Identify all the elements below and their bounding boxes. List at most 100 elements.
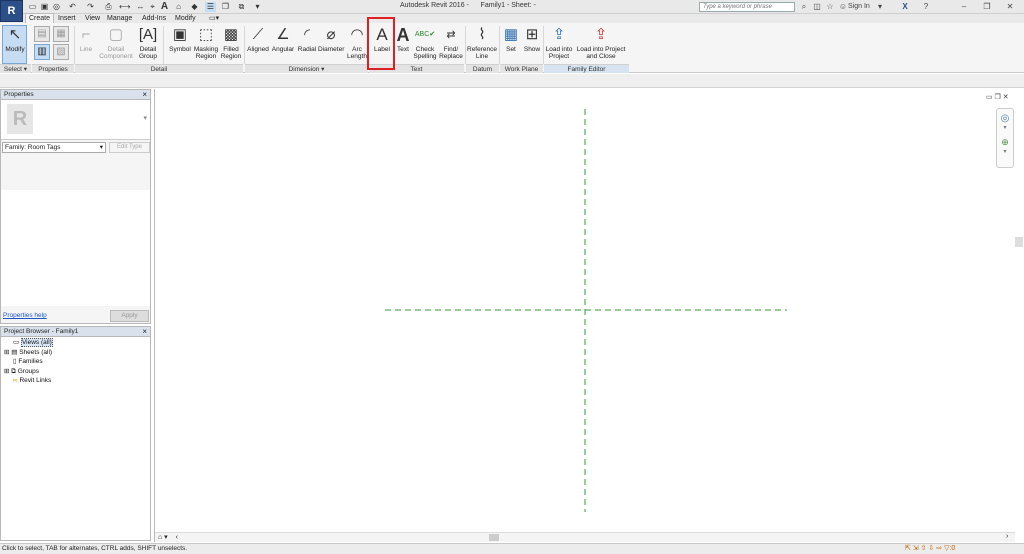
close-icon[interactable]: × bbox=[142, 90, 147, 100]
status-text: Click to select, TAB for alternates, CTR… bbox=[2, 545, 188, 552]
switch-windows-icon[interactable]: ⧉ bbox=[236, 2, 247, 12]
load-into-project-close-button[interactable]: ⇪ Load into Project and Close bbox=[575, 26, 627, 60]
radial-dimension-button[interactable]: ◜ Radial bbox=[296, 26, 318, 53]
tree-item-groups[interactable]: ⊞ ⧉ Groups bbox=[4, 367, 150, 377]
apply-button[interactable]: Apply bbox=[110, 310, 149, 322]
tab-insert[interactable]: Insert bbox=[55, 14, 79, 23]
aligned-icon: ⟋ bbox=[252, 26, 264, 43]
full-navigation-wheel-icon[interactable]: ◎ bbox=[997, 113, 1013, 124]
3d-view-icon[interactable]: ⌂ bbox=[173, 2, 184, 12]
detail-group-button[interactable]: [A] Detail Group bbox=[137, 26, 159, 60]
dropdown-icon[interactable]: ▾ bbox=[876, 1, 884, 13]
reference-line-button[interactable]: ⌇ Reference Line bbox=[467, 26, 497, 60]
load-into-project-button[interactable]: ⇪ Load into Project bbox=[545, 26, 573, 60]
minimize-icon[interactable]: – bbox=[958, 1, 970, 13]
symbol-icon: ▣ bbox=[172, 26, 188, 43]
thin-lines-icon[interactable]: ☰ bbox=[205, 2, 216, 12]
tree-item-views[interactable]: ▭ Views (all) bbox=[4, 338, 150, 348]
drawing-canvas[interactable]: ▭ ❐ ✕ ◎ ▾ ⊕ ▾ ⌂ ▾ ‹ › bbox=[154, 89, 1024, 542]
arc-length-dimension-button[interactable]: ◠ Arc Length bbox=[346, 26, 368, 60]
subscription-icon[interactable]: ◫ bbox=[811, 1, 823, 13]
save-icon[interactable]: ▣ bbox=[39, 2, 50, 12]
chevron-down-icon[interactable]: ▾ bbox=[997, 148, 1013, 155]
redo-icon[interactable]: ↷ bbox=[85, 2, 96, 12]
angular-dimension-button[interactable]: ∠ Angular bbox=[271, 26, 295, 53]
separator bbox=[74, 26, 75, 64]
tab-create[interactable]: Create bbox=[25, 13, 55, 23]
diameter-dimension-button[interactable]: ⌀ Diameter bbox=[318, 26, 344, 53]
filled-region-button[interactable]: ▩ Filled Region bbox=[220, 26, 242, 60]
line-button[interactable]: ⌐ Line bbox=[76, 26, 96, 53]
open-icon[interactable]: ▭ bbox=[27, 2, 38, 12]
restore-icon[interactable]: ❐ bbox=[981, 1, 993, 13]
section-icon[interactable]: ◆ bbox=[189, 2, 200, 12]
symbol-button[interactable]: ▣ Symbol bbox=[168, 26, 192, 53]
chevron-down-icon[interactable]: ▾ bbox=[997, 124, 1013, 131]
tab-view[interactable]: View bbox=[82, 14, 103, 23]
panel-select[interactable]: Select ▾ bbox=[0, 64, 31, 73]
tree-item-revit-links[interactable]: ∞ Revit Links bbox=[4, 376, 150, 386]
binoculars-icon[interactable]: ⌕ bbox=[798, 1, 810, 13]
edit-type-button[interactable]: Edit Type bbox=[109, 142, 150, 153]
customize-qat-icon[interactable]: ▾ bbox=[252, 2, 263, 12]
tree-item-families[interactable]: ▯ Families bbox=[4, 357, 150, 367]
find-replace-icon: ⇄ bbox=[446, 29, 456, 41]
modify-button[interactable]: ↖ Modify bbox=[3, 26, 27, 53]
tag-icon[interactable]: ⌖ bbox=[147, 2, 158, 12]
line-label: Line bbox=[79, 46, 93, 53]
type-properties-icon[interactable]: ▧ bbox=[53, 44, 69, 60]
type-selector-dropdown[interactable]: Family: Room Tags ▾ bbox=[2, 142, 106, 153]
chevron-down-icon: ▾ bbox=[143, 115, 147, 122]
properties-help-link[interactable]: Properties help bbox=[3, 312, 47, 319]
arc-length-icon: ◠ bbox=[350, 26, 364, 43]
status-bar: Click to select, TAB for alternates, CTR… bbox=[0, 543, 1024, 554]
undo-icon[interactable]: ↶ bbox=[67, 2, 78, 12]
tab-modify[interactable]: Modify bbox=[172, 14, 199, 23]
application-menu-button[interactable]: R bbox=[0, 0, 23, 22]
view-window-controls[interactable]: ▭ ❐ ✕ bbox=[986, 93, 1009, 101]
show-work-plane-button[interactable]: ⊞ Show bbox=[522, 26, 542, 53]
close-icon[interactable]: × bbox=[142, 327, 147, 337]
reference-line-icon: ⌇ bbox=[478, 26, 486, 43]
detail-component-button[interactable]: ▢ Detail Component bbox=[98, 26, 134, 60]
scale-icon[interactable]: ⌂ ▾ bbox=[158, 534, 168, 541]
print-icon[interactable]: ⎙ bbox=[103, 2, 114, 12]
sign-in-link[interactable]: Sign In bbox=[848, 1, 870, 13]
horizontal-scrollbar-thumb[interactable] bbox=[489, 534, 499, 541]
zoom-region-icon[interactable]: ⊕ bbox=[997, 137, 1013, 148]
text-icon[interactable]: A bbox=[159, 2, 170, 12]
properties-icon[interactable]: ▤ bbox=[34, 26, 50, 42]
find-replace-button[interactable]: ⇄ Find/ Replace bbox=[439, 26, 463, 60]
navigation-bar[interactable]: ◎ ▾ ⊕ ▾ bbox=[996, 108, 1014, 168]
help-icon[interactable]: ? bbox=[920, 1, 932, 13]
sync-icon[interactable]: ◎ bbox=[51, 2, 62, 12]
tree-item-sheets[interactable]: ⊞ ▤ Sheets (all) bbox=[4, 348, 150, 358]
type-preview[interactable]: R ▾ bbox=[1, 100, 150, 140]
measure-icon[interactable]: ⟷ bbox=[119, 2, 130, 12]
vertical-scrollbar-thumb[interactable] bbox=[1015, 237, 1023, 247]
tab-manage[interactable]: Manage bbox=[104, 14, 135, 23]
exchange-apps-icon[interactable]: X bbox=[899, 1, 911, 13]
set-work-plane-button[interactable]: ▦ Set bbox=[502, 26, 520, 53]
search-input[interactable]: Type a keyword or phrase bbox=[699, 2, 795, 12]
aligned-dimension-icon[interactable]: ↔ bbox=[135, 2, 146, 12]
check-spelling-button[interactable]: ABC✔ Check Spelling bbox=[413, 26, 437, 60]
tab-add-ins[interactable]: Add-Ins bbox=[139, 14, 169, 23]
show-label: Show bbox=[523, 46, 541, 53]
family-types-icon[interactable]: ▦ bbox=[53, 26, 69, 42]
favorites-icon[interactable]: ☆ bbox=[824, 1, 836, 13]
selection-filter-icons[interactable]: ⇱ ⇲ ⇧ ⇩ ⇨ ▽:0 bbox=[905, 544, 955, 554]
text-button[interactable]: A Text bbox=[395, 26, 411, 53]
reference-planes bbox=[385, 109, 787, 512]
find-replace-label: Find/ Replace bbox=[439, 46, 463, 60]
ribbon-minimize-icon[interactable]: ▭▾ bbox=[206, 14, 222, 23]
aligned-dimension-button[interactable]: ⟋ Aligned bbox=[246, 26, 270, 53]
family-category-icon[interactable]: ▥ bbox=[34, 44, 50, 60]
close-window-icon[interactable]: ✕ bbox=[1004, 1, 1016, 13]
diameter-icon: ⌀ bbox=[326, 26, 336, 43]
scroll-right-icon[interactable]: › bbox=[1006, 533, 1008, 540]
scroll-left-icon[interactable]: ‹ bbox=[176, 534, 178, 541]
panel-dimension[interactable]: Dimension ▾ bbox=[245, 64, 368, 73]
masking-region-button[interactable]: ⬚ Masking Region bbox=[193, 26, 219, 60]
close-hidden-windows-icon[interactable]: ❐ bbox=[220, 2, 231, 12]
